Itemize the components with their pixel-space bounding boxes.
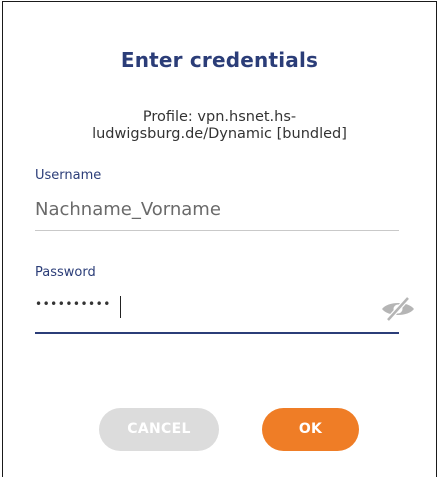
text-caret <box>120 296 121 318</box>
profile-line-1: Profile: vpn.hsnet.hs- <box>142 109 297 125</box>
dialog-title: Enter credentials <box>120 48 319 72</box>
profile-line-2: ludwigsburg.de/Dynamic [bundled] <box>92 126 347 142</box>
password-underline <box>35 332 399 334</box>
username-underline <box>35 230 399 231</box>
password-input[interactable]: •••••••••• <box>35 297 111 311</box>
username-input[interactable]: Nachname_Vorname <box>35 199 221 220</box>
profile-info: Profile: vpn.hsnet.hs- ludwigsburg.de/Dy… <box>23 109 416 143</box>
password-label: Password <box>35 265 96 280</box>
cancel-button[interactable]: CANCEL <box>99 408 219 451</box>
ok-button[interactable]: OK <box>262 408 359 451</box>
credentials-dialog: Enter credentials Profile: vpn.hsnet.hs-… <box>2 1 437 477</box>
username-label: Username <box>35 168 102 183</box>
eye-slash-icon[interactable] <box>379 296 417 322</box>
